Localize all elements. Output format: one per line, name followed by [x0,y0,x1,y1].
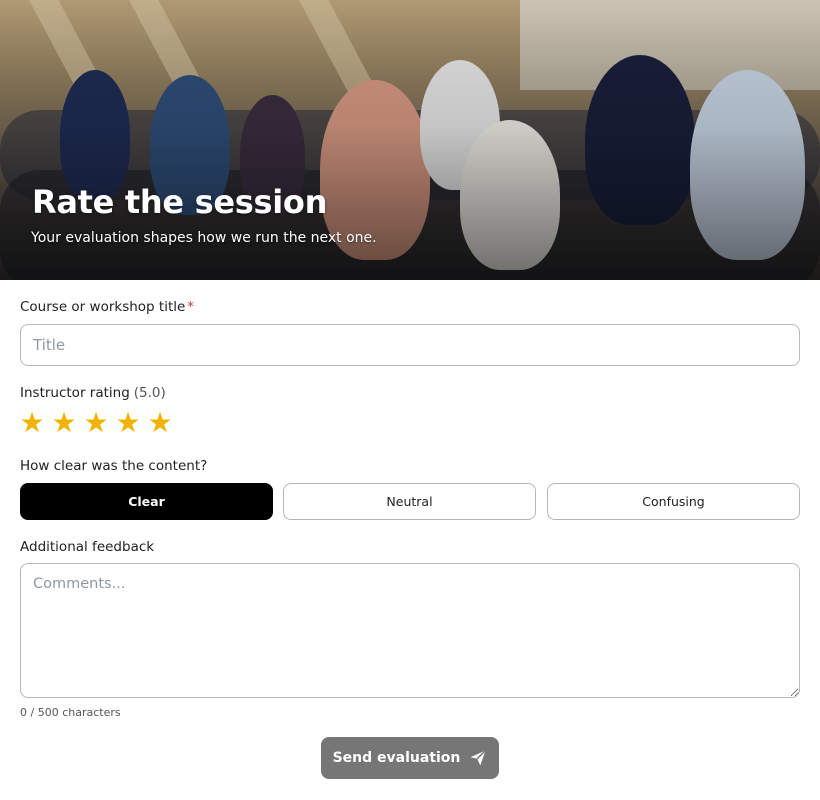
feedback-textarea[interactable] [20,563,800,698]
star-icon[interactable]: ★ [51,409,77,437]
page-title: Rate the session [32,183,328,221]
star-icon[interactable]: ★ [147,409,173,437]
required-marker: * [187,299,195,315]
clarity-option-clear[interactable]: Clear [20,483,273,520]
character-counter: 0 / 500 characters [20,706,121,719]
course-title-label-text: Course or workshop title [20,299,186,315]
instructor-rating-label-text: Instructor rating [20,385,130,401]
send-evaluation-button[interactable]: Send evaluation [321,737,499,779]
star-icon[interactable]: ★ [115,409,141,437]
page-subtitle: Your evaluation shapes how we run the ne… [31,230,377,246]
star-rating[interactable]: ★ ★ ★ ★ ★ [19,409,173,437]
send-evaluation-label: Send evaluation [332,750,461,766]
feedback-label: Additional feedback [20,539,155,555]
course-title-label: Course or workshop title * [20,299,194,315]
clarity-label: How clear was the content? [20,458,208,474]
star-icon[interactable]: ★ [19,409,45,437]
course-title-input[interactable] [20,324,800,366]
instructor-rating-label: Instructor rating (5.0) [20,385,166,401]
paper-plane-icon [470,749,487,766]
star-icon[interactable]: ★ [83,409,109,437]
clarity-option-confusing[interactable]: Confusing [547,483,800,520]
rating-value: (5.0) [133,385,166,401]
hero-banner: Rate the session Your evaluation shapes … [0,0,820,280]
clarity-option-neutral[interactable]: Neutral [283,483,536,520]
